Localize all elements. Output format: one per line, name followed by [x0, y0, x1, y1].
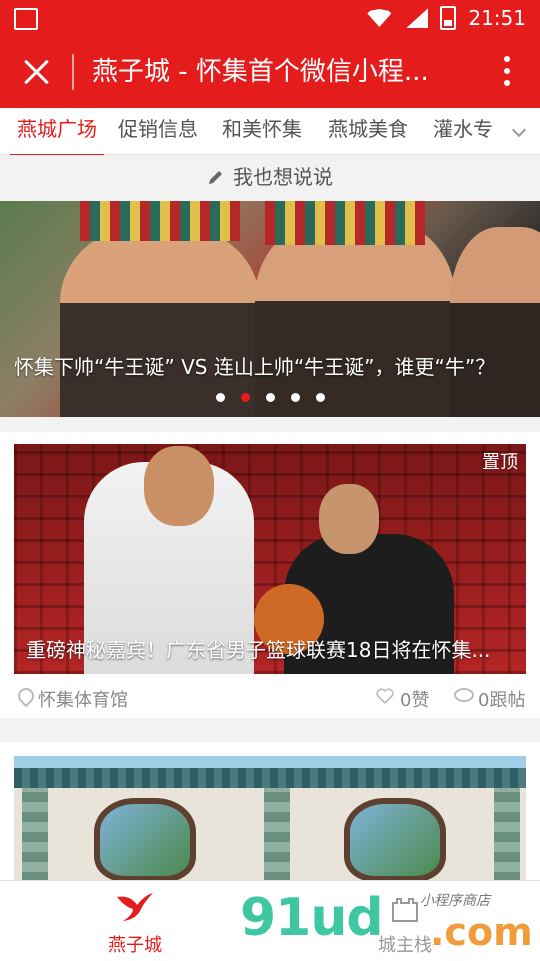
post-prompt-button[interactable]: 我也想说说: [0, 155, 540, 200]
tab-yancheng-food[interactable]: 燕城美食: [324, 114, 412, 154]
title-bar: 燕子城 - 怀集首个微信小程...: [0, 36, 540, 108]
post-prompt-label: 我也想说说: [233, 165, 333, 189]
pinned-badge: 置顶: [482, 452, 518, 473]
pencil-icon: [209, 171, 222, 184]
watermark-logo: 91ud: [240, 888, 384, 948]
gallery-notification-icon: [14, 8, 38, 30]
tab-promotions[interactable]: 促销信息: [114, 114, 202, 154]
banner-image: [0, 201, 540, 417]
feed-card[interactable]: 置顶 重磅神秘嘉宾！广东省男子篮球联赛18日将在怀集... 怀集体育馆 0赞 0…: [0, 432, 540, 718]
page-title: 燕子城 - 怀集首个微信小程...: [92, 57, 429, 87]
banner-caption: 怀集下帅“牛王诞” VS 连山上帅“牛王诞”，谁更“牛”？: [14, 355, 496, 379]
tab-yancheng-square[interactable]: 燕城广场: [10, 114, 104, 157]
carousel-dot-active[interactable]: [241, 393, 250, 402]
title-divider: [72, 54, 74, 90]
status-time: 21:51: [468, 6, 526, 30]
feed-card-image: 置顶 重磅神秘嘉宾！广东省男子篮球联赛18日将在怀集...: [14, 444, 526, 674]
more-menu-icon[interactable]: [504, 56, 510, 90]
comment-bubble-icon[interactable]: [454, 688, 474, 702]
tab-chat[interactable]: 灌水专: [430, 114, 496, 154]
comment-count[interactable]: 0跟帖: [478, 686, 525, 712]
carousel-dot[interactable]: [216, 393, 225, 402]
swallow-logo-icon: [117, 893, 153, 921]
heart-icon[interactable]: [376, 688, 394, 704]
location-label: 怀集体育馆: [38, 690, 128, 711]
banner-carousel[interactable]: 怀集下帅“牛王诞” VS 连山上帅“牛王诞”，谁更“牛”？: [0, 201, 540, 417]
chevron-down-icon[interactable]: [511, 122, 527, 138]
watermark-suffix: .com: [430, 910, 533, 954]
battery-icon: [440, 6, 457, 30]
close-icon[interactable]: [22, 58, 50, 86]
carousel-dot[interactable]: [316, 393, 325, 402]
nav-item-yanzicheng[interactable]: 燕子城: [0, 881, 270, 961]
status-bar: 21:51: [0, 0, 540, 36]
carousel-dot[interactable]: [291, 393, 300, 402]
like-count[interactable]: 0赞: [400, 686, 429, 712]
location-pin-icon: [14, 684, 38, 708]
feed-card-title: 重磅神秘嘉宾！广东省男子篮球联赛18日将在怀集...: [26, 638, 491, 662]
status-icons: 21:51: [366, 6, 526, 30]
carousel-dots: [216, 393, 325, 402]
wifi-icon: [366, 9, 392, 27]
carousel-dot[interactable]: [266, 393, 275, 402]
tab-hemei-huaiji[interactable]: 和美怀集: [218, 114, 306, 154]
feed-card-meta: 怀集体育馆 0赞 0跟帖: [14, 684, 526, 712]
watermark-tagline: 小程序商店: [420, 893, 490, 909]
feed-card-2[interactable]: [0, 742, 540, 882]
cellular-signal-icon: [404, 8, 428, 28]
category-tabs: 燕城广场 促销信息 和美怀集 燕城美食 灌水专: [0, 108, 540, 157]
watermark: 91ud .com 小程序商店: [240, 888, 540, 960]
feed-card-2-image: [14, 756, 526, 882]
nav-label: 燕子城: [108, 935, 162, 956]
